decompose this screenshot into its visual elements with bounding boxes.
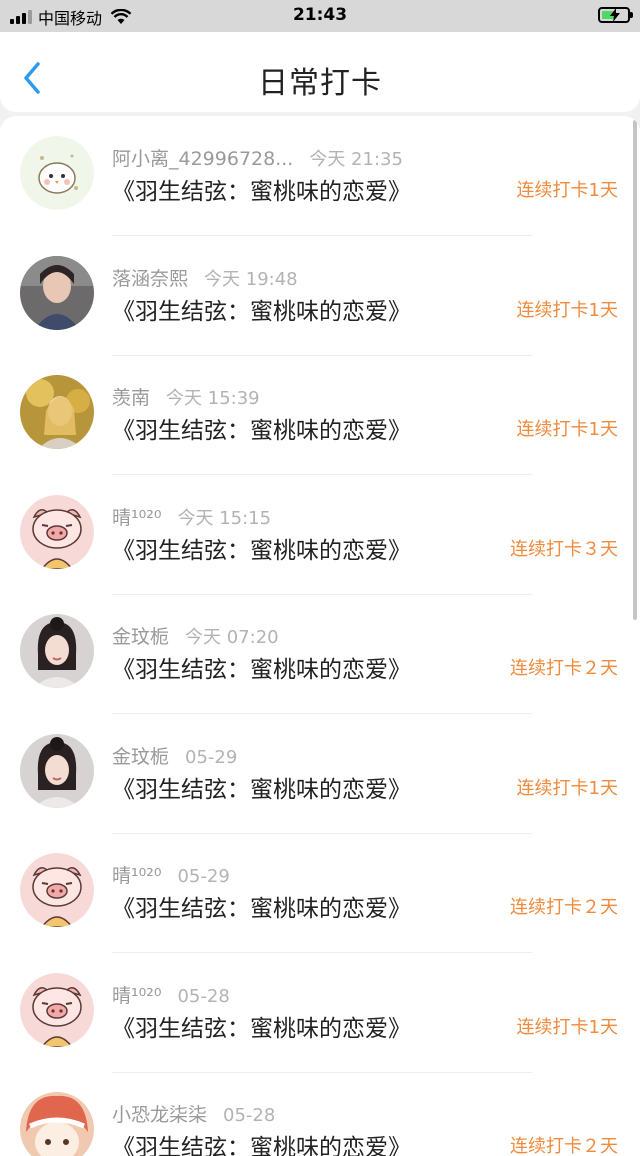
list-item[interactable]: 晴¹⁰²⁰ 05-28 《羽生结弦：蜜桃味的恋爱》 连续打卡1天 — [0, 953, 640, 1073]
streak-label: 连续打卡1天 — [516, 180, 618, 201]
checkin-list[interactable]: 阿小离_42996728... 今天 21:35 《羽生结弦：蜜桃味的恋爱》 连续… — [0, 116, 640, 1156]
user-name[interactable]: 羡南 — [112, 387, 150, 409]
checkin-time: 今天 19:48 — [204, 268, 298, 290]
streak-label: 连续打卡1天 — [516, 299, 618, 321]
checkin-time: 今天 15:39 — [166, 388, 260, 409]
checkin-time: 05-29 — [177, 866, 230, 887]
avatar[interactable] — [20, 733, 94, 808]
book-title: 《羽生结弦：蜜桃味的恋爱》 — [112, 298, 411, 325]
book-title: 《羽生结弦：蜜桃味的恋爱》 — [112, 776, 411, 803]
streak-label: 连续打卡２天 — [510, 658, 618, 679]
checkin-time: 05-28 — [223, 1105, 276, 1126]
user-name[interactable]: 晴¹⁰²⁰ — [112, 865, 161, 887]
streak-label: 连续打卡1天 — [516, 419, 618, 440]
streak-label: 连续打卡1天 — [516, 1016, 618, 1038]
avatar[interactable] — [20, 972, 94, 1047]
streak-label: 连续打卡２天 — [510, 897, 618, 918]
book-title: 《羽生结弦：蜜桃味的恋爱》 — [112, 537, 411, 564]
list-item[interactable]: 阿小离_42996728... 今天 21:35 《羽生结弦：蜜桃味的恋爱》 连续… — [0, 116, 640, 236]
list-item[interactable]: 金玟栀 今天 07:20 《羽生结弦：蜜桃味的恋爱》 连续打卡２天 — [0, 594, 640, 714]
avatar[interactable] — [20, 614, 94, 688]
battery-charging-icon — [598, 7, 633, 23]
checkin-time: 今天 07:20 — [185, 627, 279, 648]
list-item[interactable]: 落涵奈熙 今天 19:48 《羽生结弦：蜜桃味的恋爱》 连续打卡1天 — [0, 236, 640, 356]
streak-label: 连续打卡２天 — [510, 1136, 618, 1156]
list-item[interactable]: 晴¹⁰²⁰ 05-29 《羽生结弦：蜜桃味的恋爱》 连续打卡２天 — [0, 833, 640, 953]
user-name[interactable]: 金玟栀 — [112, 626, 169, 648]
avatar[interactable] — [20, 255, 94, 330]
avatar[interactable] — [20, 494, 94, 569]
avatar[interactable] — [20, 136, 94, 210]
user-name[interactable]: 落涵奈熙 — [112, 268, 188, 290]
user-name[interactable]: 晴¹⁰²⁰ — [112, 985, 161, 1007]
avatar[interactable] — [20, 1092, 94, 1156]
user-name[interactable]: 小恐龙柒柒 — [112, 1104, 207, 1126]
list-item[interactable]: 金玟栀 05-29 《羽生结弦：蜜桃味的恋爱》 连续打卡1天 — [0, 714, 640, 834]
clock: 21:43 — [292, 5, 348, 25]
checkin-time: 今天 21:35 — [309, 149, 403, 170]
user-name[interactable]: 晴¹⁰²⁰ — [112, 507, 161, 529]
avatar[interactable] — [20, 375, 94, 449]
nav-bar: 日常打卡 — [0, 32, 640, 112]
book-title: 《羽生结弦：蜜桃味的恋爱》 — [112, 418, 411, 444]
list-item[interactable]: 小恐龙柒柒 05-28 《羽生结弦：蜜桃味的恋爱》 连续打卡２天 — [0, 1072, 640, 1156]
book-title: 《羽生结弦：蜜桃味的恋爱》 — [112, 657, 411, 683]
checkin-time: 今天 15:15 — [177, 507, 272, 529]
book-title: 《羽生结弦：蜜桃味的恋爱》 — [112, 1135, 411, 1156]
checkin-time: 05-28 — [177, 985, 230, 1007]
book-title: 《羽生结弦：蜜桃味的恋爱》 — [112, 896, 411, 922]
avatar[interactable] — [20, 853, 94, 927]
user-name[interactable]: 金玟栀 — [112, 746, 169, 768]
book-title: 《羽生结弦：蜜桃味的恋爱》 — [112, 1015, 411, 1042]
status-bar: 中国移动 21:43 — [0, 0, 640, 32]
streak-label: 连续打卡３天 — [510, 538, 618, 560]
book-title: 《羽生结弦：蜜桃味的恋爱》 — [112, 179, 411, 205]
page-title: 日常打卡 — [258, 66, 382, 101]
list-item[interactable]: 羡南 今天 15:39 《羽生结弦：蜜桃味的恋爱》 连续打卡1天 — [0, 355, 640, 475]
user-name[interactable]: 阿小离_42996728... — [112, 148, 293, 170]
streak-label: 连续打卡1天 — [516, 777, 618, 799]
list-item[interactable]: 晴¹⁰²⁰ 今天 15:15 《羽生结弦：蜜桃味的恋爱》 连续打卡３天 — [0, 475, 640, 595]
checkin-time: 05-29 — [185, 746, 238, 768]
